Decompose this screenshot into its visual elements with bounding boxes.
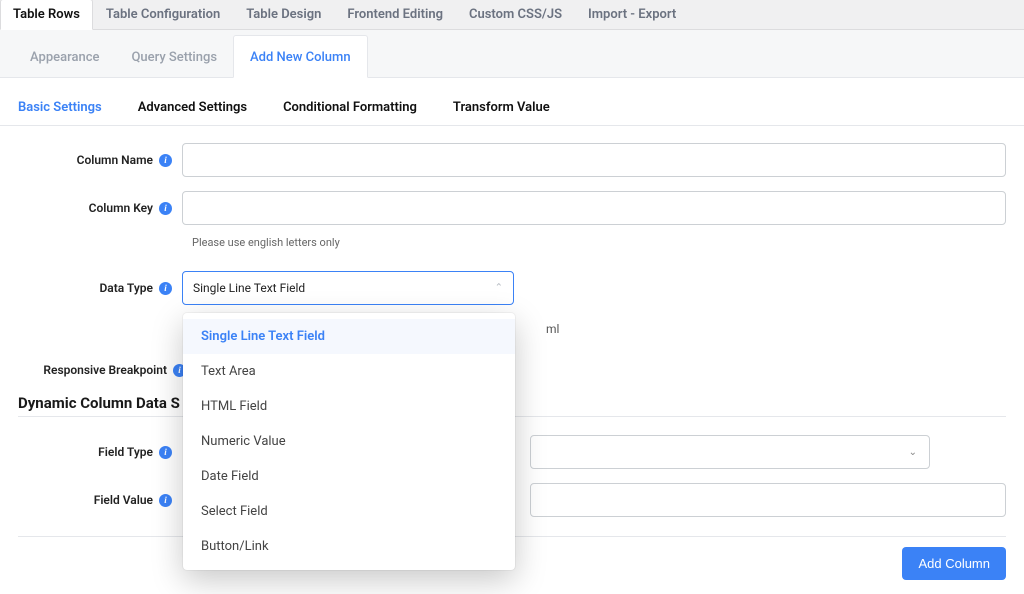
label-data-type-text: Data Type — [99, 281, 153, 295]
data-type-option-select-field[interactable]: Select Field — [183, 494, 515, 529]
data-type-select-value: Single Line Text Field — [193, 281, 305, 295]
data-type-select[interactable]: Single Line Text Field ⌃ — [182, 271, 514, 305]
label-column-key: Column Key i — [18, 201, 182, 215]
label-field-value-text: Field Value — [94, 493, 153, 507]
input-col-column-key — [182, 191, 1006, 225]
field-type-select[interactable]: ⌄ — [530, 435, 930, 469]
input-col-data-type: Single Line Text Field ⌃ — [182, 271, 1006, 305]
chevron-down-icon: ⌄ — [909, 447, 917, 458]
settings-nav: Basic Settings Advanced Settings Conditi… — [0, 78, 1024, 126]
input-col-column-name — [182, 143, 1006, 177]
tab-table-design[interactable]: Table Design — [233, 0, 334, 29]
field-value-input[interactable] — [530, 483, 1006, 517]
data-type-side-note: ml — [538, 322, 559, 336]
label-field-value: Field Value i — [18, 493, 182, 507]
sub-tabs: Appearance Query Settings Add New Column — [0, 30, 1024, 78]
tab-table-configuration[interactable]: Table Configuration — [93, 0, 233, 29]
tab-table-rows[interactable]: Table Rows — [0, 0, 93, 30]
label-field-type: Field Type i — [18, 445, 182, 459]
row-data-type: Data Type i Single Line Text Field ⌃ — [18, 249, 1006, 308]
column-key-helper: Please use english letters only — [18, 228, 1006, 249]
info-icon[interactable]: i — [159, 446, 172, 459]
label-field-type-text: Field Type — [98, 445, 153, 459]
form-area: Column Name i Column Key i Please use en… — [0, 126, 1024, 530]
label-responsive-breakpoint: Responsive Breakpoint i — [18, 363, 196, 377]
column-key-input[interactable] — [182, 191, 1006, 225]
tab-import-export[interactable]: Import - Export — [575, 0, 689, 29]
add-column-button[interactable]: Add Column — [902, 547, 1006, 580]
navitem-advanced-settings[interactable]: Advanced Settings — [138, 100, 247, 115]
info-icon[interactable]: i — [159, 154, 172, 167]
label-responsive-breakpoint-text: Responsive Breakpoint — [43, 363, 167, 377]
data-type-option-text-area[interactable]: Text Area — [183, 354, 515, 389]
tab-frontend-editing[interactable]: Frontend Editing — [334, 0, 456, 29]
navitem-conditional-formatting[interactable]: Conditional Formatting — [283, 100, 417, 115]
column-name-input[interactable] — [182, 143, 1006, 177]
navitem-basic-settings[interactable]: Basic Settings — [18, 100, 102, 115]
data-type-option-single-line[interactable]: Single Line Text Field — [183, 319, 515, 354]
info-icon[interactable]: i — [159, 202, 172, 215]
subtab-appearance[interactable]: Appearance — [14, 36, 115, 77]
subtab-add-new-column[interactable]: Add New Column — [233, 35, 368, 78]
tab-custom-css-js[interactable]: Custom CSS/JS — [456, 0, 575, 29]
row-column-key: Column Key i — [18, 180, 1006, 228]
subtab-query-settings[interactable]: Query Settings — [115, 36, 233, 77]
info-icon[interactable]: i — [159, 494, 172, 507]
data-type-dropdown: Single Line Text Field Text Area HTML Fi… — [183, 313, 515, 570]
data-type-option-numeric-value[interactable]: Numeric Value — [183, 424, 515, 459]
info-icon[interactable]: i — [159, 282, 172, 295]
data-type-option-date-field[interactable]: Date Field — [183, 459, 515, 494]
top-tabs: Table Rows Table Configuration Table Des… — [0, 0, 1024, 30]
data-type-option-html-field[interactable]: HTML Field — [183, 389, 515, 424]
chevron-up-icon: ⌃ — [495, 283, 503, 294]
navitem-transform-value[interactable]: Transform Value — [453, 100, 550, 115]
label-column-name-text: Column Name — [77, 153, 153, 167]
label-column-name: Column Name i — [18, 153, 182, 167]
data-type-option-button-link[interactable]: Button/Link — [183, 529, 515, 564]
label-column-key-text: Column Key — [89, 201, 153, 215]
row-column-name: Column Name i — [18, 132, 1006, 180]
label-data-type: Data Type i — [18, 281, 182, 295]
